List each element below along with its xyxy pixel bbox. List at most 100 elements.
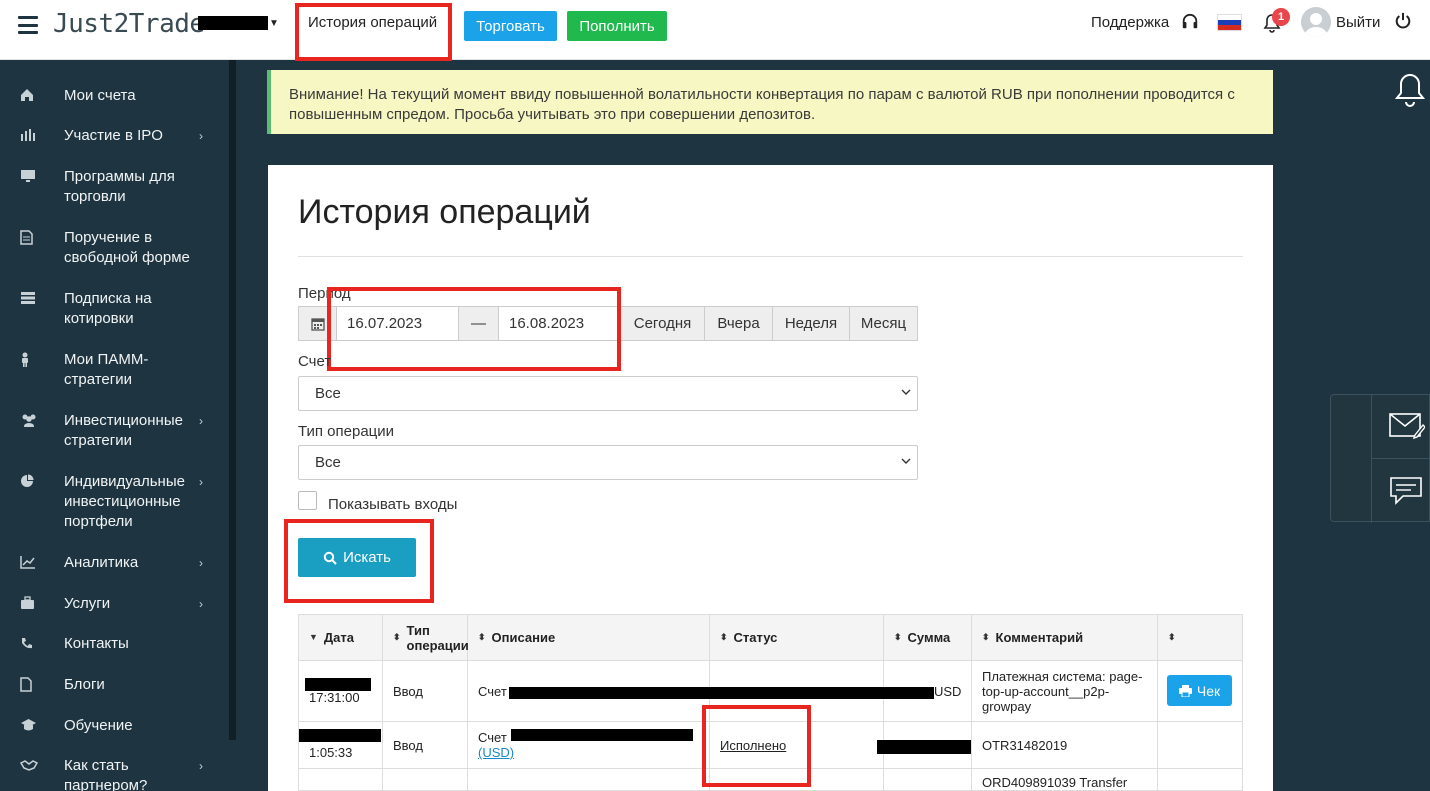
trade-button[interactable]: Торговать [464,11,557,41]
op-type-select[interactable]: Все [298,445,918,480]
date-from-input[interactable]: 16.07.2023 [337,307,459,340]
show-logins-checkbox[interactable] [298,491,317,510]
calendar-icon[interactable] [299,307,337,340]
table-row-1-date: 17:31:00 [299,661,383,722]
sidebar-item-programs[interactable]: Программы для торговли [0,167,228,207]
column-header-sum[interactable]: ⬍ Сумма [884,615,972,661]
sidebar-item-label: Блоги [64,676,105,693]
column-header-comment[interactable]: ⬍ Комментарий [972,615,1158,661]
bar-chart-icon [21,129,35,141]
power-icon[interactable] [1394,12,1412,30]
sidebar-item-label: Как стать партнером? [64,757,148,791]
line-chart-icon [20,556,35,569]
sidebar-item-label: Поручение в свободной форме [64,229,190,266]
status-link[interactable]: Исполнено [720,738,786,753]
date-to-input[interactable]: 16.08.2023 [499,307,621,340]
brand-logo[interactable]: Just2Trade [53,9,205,39]
sidebar-item-free-order[interactable]: Поручение в свободной форме [0,228,228,268]
range-today-button[interactable]: Сегодня [621,307,705,340]
pie-chart-icon [21,474,34,487]
user-avatar[interactable] [1301,7,1331,37]
table-row-1-type: Ввод [383,661,468,722]
page-title: История операций [298,193,591,231]
range-yesterday-button[interactable]: Вчера [705,307,773,340]
chat-icon[interactable] [1389,475,1425,507]
server-icon [21,292,35,304]
sidebar-item-services[interactable]: Услуги › [0,594,228,614]
sidebar-item-label: Аналитика [64,554,139,571]
period-label: Период [298,285,351,302]
account-select[interactable]: Все [298,376,918,411]
handshake-icon [19,760,39,771]
volatility-notice: Внимание! На текущий момент ввиду повыше… [267,70,1273,134]
phone-icon [22,638,32,649]
menu-burger-icon[interactable] [18,16,38,34]
sidebar-item-analytics[interactable]: Аналитика › [0,553,228,573]
chevron-right-icon: › [199,556,203,570]
op-type-label: Тип операции [298,423,395,440]
sidebar-item-label: Мои ПАММ-стратегии [64,351,149,388]
chevron-right-icon: › [199,597,203,611]
range-month-button[interactable]: Месяц [850,307,917,340]
receipt-button[interactable]: Чек [1167,675,1232,706]
column-header-actions[interactable]: ⬍ [1158,615,1242,661]
table-row-3-type [383,769,468,790]
sidebar-item-accounts[interactable]: Мои счета [0,86,228,106]
mail-edit-icon[interactable] [1389,411,1425,441]
sidebar-item-pamm[interactable]: Мои ПАММ-стратегии [0,350,228,390]
top-header: Just2Trade ▼ История операций Торговать … [0,0,1430,60]
russian-flag-icon[interactable] [1217,14,1242,31]
bell-outline-icon[interactable] [1394,72,1426,108]
range-week-button[interactable]: Неделя [773,307,850,340]
sidebar-item-label: Обучение [64,717,133,734]
sidebar-item-partner[interactable]: Как стать партнером? › [0,756,228,791]
divider [298,256,1243,257]
notification-count-badge[interactable]: 1 [1272,8,1290,26]
sort-icon: ⬍ [720,632,728,642]
caret-down-icon[interactable]: ▼ [269,18,279,29]
sidebar-item-label: Мои счета [64,87,136,104]
chevron-right-icon: › [199,759,203,773]
table-row-3-status [710,769,884,790]
sidebar-item-education[interactable]: Обучение [0,716,228,736]
chevron-right-icon: › [199,129,203,143]
sidebar-item-quotes[interactable]: Подписка на котировки [0,289,228,329]
table-row-2-status: Исполнено [710,722,884,769]
sidebar-scrollbar[interactable] [229,60,236,740]
support-link[interactable]: Поддержка [1091,14,1169,31]
sidebar-item-portfolios[interactable]: Индивидуальные инвестиционные портфели › [0,472,228,532]
chevron-down-icon [901,458,911,464]
logout-link[interactable]: Выйти [1336,14,1380,31]
table-row-2-actions [1158,722,1242,769]
period-picker: 16.07.2023 — 16.08.2023 Сегодня Вчера Не… [298,306,918,341]
show-logins-label[interactable]: Показывать входы [328,496,457,513]
home-icon [21,89,33,101]
sidebar-item-invest-strategies[interactable]: Инвестиционные стратегии › [0,411,228,451]
sort-icon: ⬍ [894,632,902,642]
document-icon [20,230,33,245]
deposit-button[interactable]: Пополнить [567,11,667,41]
column-header-description[interactable]: ⬍ Описание [468,615,710,661]
sidebar-item-label: Инвестиционные стратегии [64,412,183,449]
table-row-2-type: Ввод [383,722,468,769]
sort-icon: ⬍ [393,632,401,642]
redacted-account-name[interactable] [198,16,268,30]
sidebar-item-contacts[interactable]: Контакты [0,634,228,654]
sidebar-item-label: Услуги [64,595,111,612]
nav-history-link[interactable]: История операций [308,14,437,31]
headset-icon[interactable] [1181,13,1199,31]
account-link[interactable]: (USD) [478,745,514,760]
sidebar-item-label: Участие в IPO [64,127,163,144]
redacted-date [305,678,371,691]
column-header-type[interactable]: ⬍ Тип операции [383,615,469,661]
sidebar-item-blogs[interactable]: Блоги [0,675,228,695]
graduation-cap-icon [21,719,36,731]
sidebar: Мои счета Участие в IPO › Программы для … [0,60,236,791]
briefcase-icon [21,596,34,609]
users-icon [22,414,36,429]
table-row-3-actions [1158,769,1242,790]
sidebar-item-ipo[interactable]: Участие в IPO › [0,126,228,146]
column-header-status[interactable]: ⬍ Статус [710,615,884,661]
column-header-date[interactable]: ▼ Дата [299,615,383,661]
search-button[interactable]: Искать [298,538,416,577]
